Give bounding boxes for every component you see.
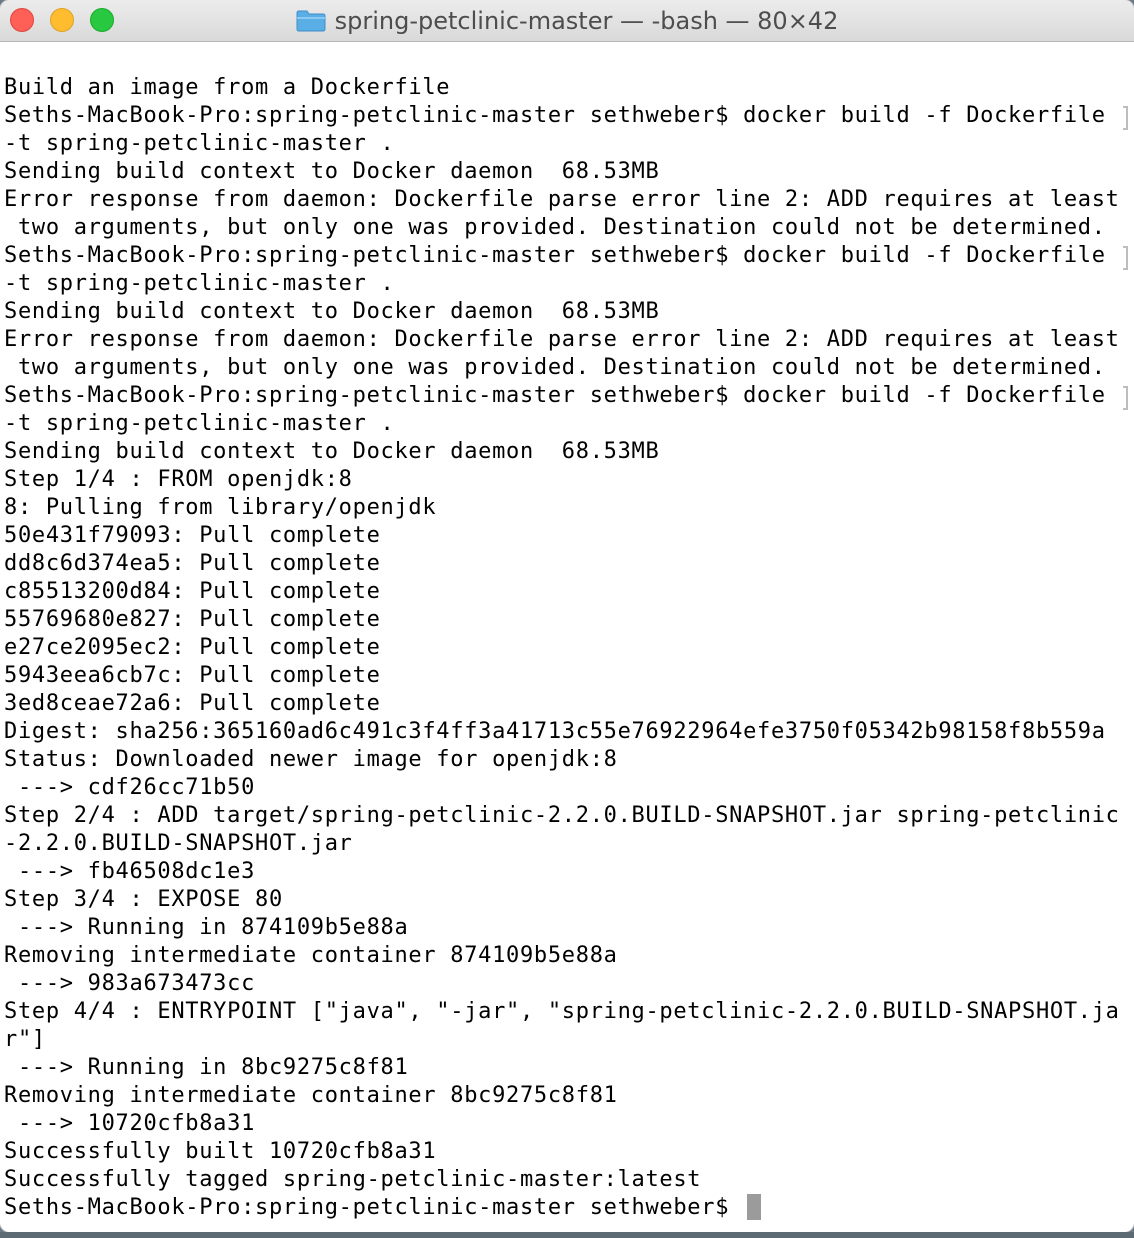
terminal-line: Successfully tagged spring-petclinic-mas… bbox=[4, 1167, 702, 1192]
terminal-line: Build an image from a Dockerfile bbox=[4, 75, 451, 100]
terminal-line: Sending build context to Docker daemon 6… bbox=[4, 299, 660, 324]
folder-icon bbox=[296, 10, 326, 32]
terminal-line: 50e431f79093: Pull complete bbox=[4, 523, 381, 548]
window-title-area: spring-petclinic-master — -bash — 80×42 bbox=[0, 0, 1134, 41]
line-wrap-marker bbox=[1123, 106, 1128, 130]
terminal-line: ---> Running in 874109b5e88a bbox=[4, 915, 409, 940]
terminal-line: two arguments, but only one was provided… bbox=[4, 355, 1106, 380]
terminal-line: Step 3/4 : EXPOSE 80 bbox=[4, 887, 283, 912]
terminal-line: Removing intermediate container 874109b5… bbox=[4, 943, 618, 968]
terminal-line: Error response from daemon: Dockerfile p… bbox=[4, 327, 1120, 352]
terminal-line: Error response from daemon: Dockerfile p… bbox=[4, 187, 1120, 212]
terminal-line: Seths-MacBook-Pro:spring-petclinic-maste… bbox=[4, 103, 1120, 128]
terminal-line: two arguments, but only one was provided… bbox=[4, 215, 1106, 240]
terminal-line: dd8c6d374ea5: Pull complete bbox=[4, 551, 381, 576]
title-bar[interactable]: spring-petclinic-master — -bash — 80×42 bbox=[0, 0, 1134, 42]
terminal-line: Sending build context to Docker daemon 6… bbox=[4, 439, 660, 464]
terminal-line: ---> cdf26cc71b50 bbox=[4, 775, 256, 800]
terminal-line: -t spring-petclinic-master . bbox=[4, 411, 395, 436]
terminal-line: 5943eea6cb7c: Pull complete bbox=[4, 663, 381, 688]
terminal-line: -t spring-petclinic-master . bbox=[4, 131, 395, 156]
terminal-line: ---> 10720cfb8a31 bbox=[4, 1111, 256, 1136]
line-wrap-marker bbox=[1123, 386, 1128, 410]
terminal-line: -2.2.0.BUILD-SNAPSHOT.jar bbox=[4, 831, 353, 856]
terminal-line: Status: Downloaded newer image for openj… bbox=[4, 747, 618, 772]
terminal-line: ---> 983a673473cc bbox=[4, 971, 256, 996]
terminal-line: Step 4/4 : ENTRYPOINT ["java", "-jar", "… bbox=[4, 999, 1120, 1024]
shell-prompt: Seths-MacBook-Pro:spring-petclinic-maste… bbox=[4, 1195, 744, 1220]
terminal-line: Removing intermediate container 8bc9275c… bbox=[4, 1083, 618, 1108]
terminal-line: Digest: sha256:365160ad6c491c3f4ff3a4171… bbox=[4, 719, 1106, 744]
terminal-line: Step 2/4 : ADD target/spring-petclinic-2… bbox=[4, 803, 1120, 828]
terminal-line: Sending build context to Docker daemon 6… bbox=[4, 159, 660, 184]
terminal-lines: Build an image from a Dockerfile Seths-M… bbox=[4, 74, 1120, 1222]
window-title: spring-petclinic-master — -bash — 80×42 bbox=[334, 6, 839, 35]
terminal-line: c85513200d84: Pull complete bbox=[4, 579, 381, 604]
terminal-line: e27ce2095ec2: Pull complete bbox=[4, 635, 381, 660]
terminal-line: Step 1/4 : FROM openjdk:8 bbox=[4, 467, 353, 492]
terminal-line: 55769680e827: Pull complete bbox=[4, 607, 381, 632]
terminal-line: ---> Running in 8bc9275c8f81 bbox=[4, 1055, 409, 1080]
terminal-prompt-line[interactable]: Seths-MacBook-Pro:spring-petclinic-maste… bbox=[4, 1194, 1120, 1222]
terminal-line: -t spring-petclinic-master . bbox=[4, 271, 395, 296]
text-cursor bbox=[747, 1194, 762, 1220]
terminal-line: 8: Pulling from library/openjdk bbox=[4, 495, 437, 520]
desktop-background bbox=[0, 1232, 1134, 1238]
terminal-window: spring-petclinic-master — -bash — 80×42 … bbox=[0, 0, 1134, 1232]
terminal-line: ---> fb46508dc1e3 bbox=[4, 859, 256, 884]
terminal-line: r"] bbox=[4, 1027, 46, 1052]
terminal-line: Successfully built 10720cfb8a31 bbox=[4, 1139, 437, 1164]
line-wrap-marker bbox=[1123, 246, 1128, 270]
terminal-line: 3ed8ceae72a6: Pull complete bbox=[4, 691, 381, 716]
terminal-line: Seths-MacBook-Pro:spring-petclinic-maste… bbox=[4, 243, 1120, 268]
terminal-output[interactable]: Build an image from a Dockerfile Seths-M… bbox=[0, 42, 1134, 1232]
terminal-line: Seths-MacBook-Pro:spring-petclinic-maste… bbox=[4, 383, 1120, 408]
